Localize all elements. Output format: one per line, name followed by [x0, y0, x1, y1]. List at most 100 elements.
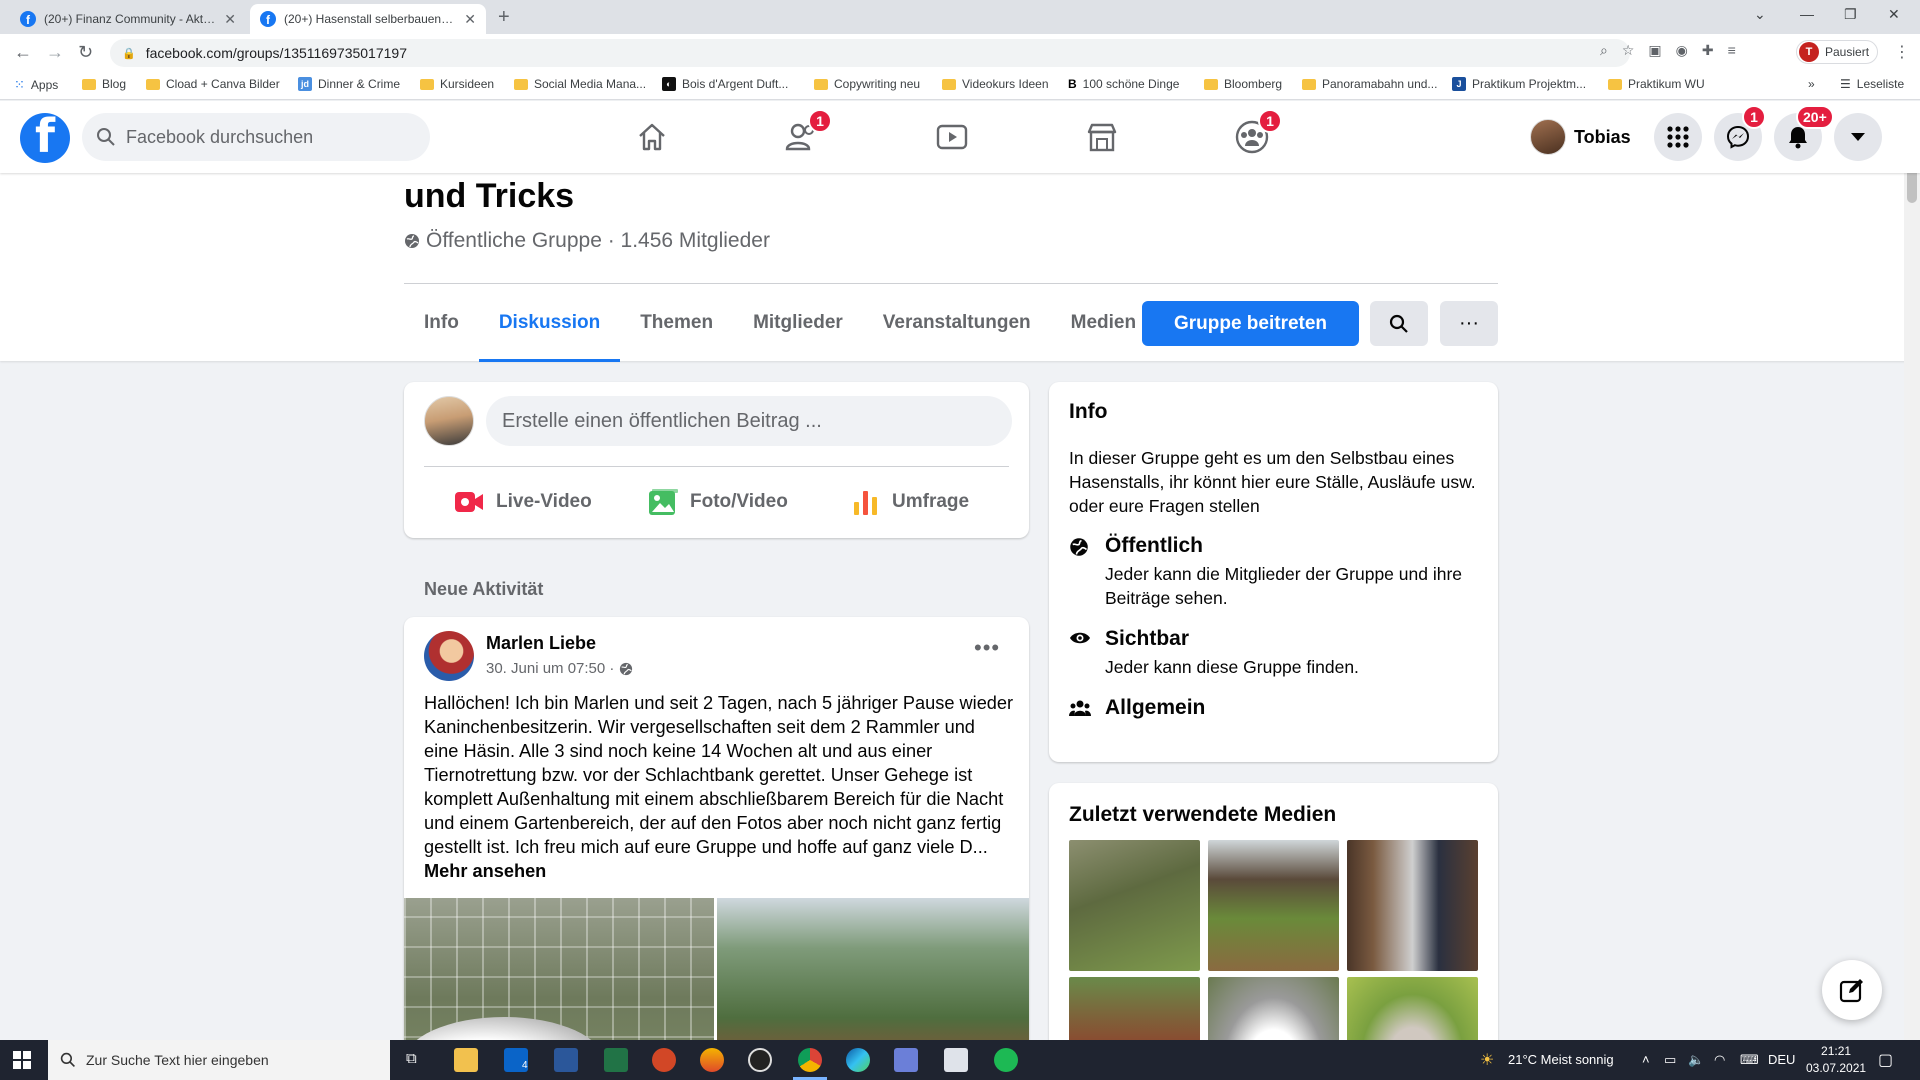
browser-tab-hasenstall[interactable]: f (20+) Hasenstall selberbauen - Ti ✕: [250, 4, 486, 34]
close-window-icon[interactable]: ✕: [1888, 6, 1900, 23]
account-button[interactable]: [1834, 113, 1882, 161]
live-video-button[interactable]: Live-Video: [454, 480, 592, 524]
b-icon: B: [1068, 77, 1077, 91]
powerpoint-icon[interactable]: [652, 1048, 676, 1072]
watch-icon: [936, 124, 968, 150]
nav-watch[interactable]: [932, 117, 972, 157]
tab-themen[interactable]: Themen: [620, 284, 733, 362]
file-explorer-icon[interactable]: [454, 1048, 478, 1072]
bookmark-blog[interactable]: Blog: [82, 77, 126, 91]
join-group-button[interactable]: Gruppe beitreten: [1142, 301, 1359, 346]
windows-start-icon[interactable]: [13, 1051, 31, 1069]
reload-icon[interactable]: ↻: [78, 42, 93, 63]
bookmark-bois[interactable]: ◐ Bois d'Argent Duft...: [662, 77, 788, 91]
bookmark-copywriting[interactable]: Copywriting neu: [814, 77, 920, 91]
post-options-button[interactable]: •••: [974, 635, 1000, 661]
obs-icon[interactable]: [748, 1048, 772, 1072]
facebook-search-input[interactable]: Facebook durchsuchen: [82, 113, 430, 161]
poll-button[interactable]: Umfrage: [852, 480, 969, 524]
keyboard-icon[interactable]: ⌨: [1740, 1052, 1759, 1068]
tab-search-icon[interactable]: ⌄: [1754, 6, 1766, 23]
bookmarks-overflow-icon[interactable]: »: [1808, 77, 1815, 91]
media-thumbnail[interactable]: [1208, 840, 1339, 971]
notification-center-icon[interactable]: ▢: [1878, 1050, 1893, 1070]
media-thumbnail[interactable]: [1347, 840, 1478, 971]
post-author-name[interactable]: Marlen Liebe: [486, 633, 596, 654]
menu-button[interactable]: [1654, 113, 1702, 161]
back-icon[interactable]: ←: [14, 42, 32, 63]
wifi-icon[interactable]: ◠: [1714, 1052, 1725, 1068]
new-tab-button[interactable]: +: [498, 6, 510, 29]
page-scrollbar[interactable]: [1904, 101, 1920, 1040]
app-window-icon[interactable]: [894, 1048, 918, 1072]
grammarly-icon[interactable]: ◉: [1676, 42, 1688, 59]
bookmark-videokurs[interactable]: Videokurs Ideen: [942, 77, 1049, 91]
language-indicator[interactable]: DEU: [1768, 1052, 1795, 1067]
composer-input[interactable]: Erstelle einen öffentlichen Beitrag ...: [486, 396, 1012, 446]
eye-icon: [1069, 627, 1091, 679]
notifications-button[interactable]: 20+: [1774, 105, 1834, 161]
facebook-logo[interactable]: f: [20, 113, 70, 163]
taskbar-search-input[interactable]: Zur Suche Text hier eingeben: [48, 1040, 390, 1080]
volume-icon[interactable]: 🔈: [1688, 1052, 1704, 1068]
tray-chevron-icon[interactable]: ˄: [1642, 1052, 1650, 1067]
windows-taskbar: Zur Suche Text hier eingeben ⧉ 4 ☀ 21°C …: [0, 1040, 1920, 1080]
group-search-button[interactable]: [1370, 301, 1428, 346]
task-view-icon[interactable]: ⧉: [406, 1050, 417, 1067]
excel-icon[interactable]: [604, 1048, 628, 1072]
bookmark-praktikum-projekt[interactable]: J Praktikum Projektm...: [1452, 77, 1586, 91]
address-bar[interactable]: 🔒 facebook.com/groups/1351169735017197: [110, 39, 1630, 67]
folder-icon: [1204, 78, 1218, 90]
app-icon[interactable]: [700, 1048, 724, 1072]
photo-video-button[interactable]: Foto/Video: [648, 480, 788, 524]
post-timestamp[interactable]: 30. Juni um 07:50 ·: [486, 660, 633, 677]
bookmark-star-icon[interactable]: ☆: [1622, 42, 1635, 59]
tab-veranstaltungen[interactable]: Veranstaltungen: [863, 284, 1051, 362]
taskbar-clock[interactable]: 21:21 03.07.2021: [1806, 1043, 1866, 1077]
nav-home[interactable]: [632, 117, 672, 157]
browser-tab-finanz[interactable]: f (20+) Finanz Community - Aktien ✕: [10, 4, 246, 34]
weather-text[interactable]: 21°C Meist sonnig: [1508, 1052, 1614, 1067]
tab-info[interactable]: Info: [404, 284, 479, 362]
close-tab-icon[interactable]: ✕: [224, 11, 236, 28]
post-author-avatar[interactable]: [424, 631, 474, 681]
group-more-button[interactable]: ···: [1440, 301, 1498, 346]
profile-shortcut[interactable]: Tobias: [1530, 117, 1631, 157]
restore-icon[interactable]: ❐: [1844, 6, 1857, 23]
new-message-button[interactable]: [1822, 960, 1882, 1020]
tray-device-icon[interactable]: ▭: [1664, 1052, 1676, 1068]
chrome-icon[interactable]: [798, 1048, 822, 1072]
tab-diskussion[interactable]: Diskussion: [478, 284, 621, 362]
zoom-icon[interactable]: ⌕: [1600, 42, 1608, 59]
minimize-icon[interactable]: —: [1800, 6, 1814, 22]
nav-marketplace[interactable]: [1082, 117, 1122, 157]
close-tab-icon[interactable]: ✕: [464, 11, 476, 28]
forward-icon[interactable]: →: [46, 42, 64, 63]
nav-groups[interactable]: 1: [1232, 109, 1282, 157]
bookmark-apps[interactable]: ⁙ Apps: [14, 77, 58, 93]
profile-button[interactable]: T Pausiert: [1796, 40, 1879, 64]
media-thumbnail[interactable]: [1069, 840, 1200, 971]
reading-list-button[interactable]: ☰ Leseliste: [1840, 77, 1904, 91]
tab-medien[interactable]: Medien: [1051, 284, 1156, 362]
media-control-icon[interactable]: ≡: [1728, 42, 1736, 59]
bookmark-cload[interactable]: Cload + Canva Bilder: [146, 77, 280, 91]
see-more-link[interactable]: Mehr ansehen: [424, 861, 546, 881]
word-icon[interactable]: [554, 1048, 578, 1072]
bookmark-bloomberg[interactable]: Bloomberg: [1204, 77, 1282, 91]
nav-friends[interactable]: 1: [782, 109, 832, 157]
bookmark-dinner[interactable]: jd Dinner & Crime: [298, 77, 400, 91]
puzzle-icon[interactable]: ✚: [1702, 42, 1714, 59]
browser-menu-icon[interactable]: ⋮: [1894, 42, 1910, 62]
extension-icon[interactable]: ▣: [1648, 42, 1661, 59]
bookmark-praktikum-wu[interactable]: Praktikum WU: [1608, 77, 1705, 91]
notepad-icon[interactable]: [944, 1048, 968, 1072]
bookmark-panoramabahn[interactable]: Panoramabahn und...: [1302, 77, 1437, 91]
bookmark-social[interactable]: Social Media Mana...: [514, 77, 646, 91]
messenger-button[interactable]: 1: [1714, 105, 1766, 161]
edge-icon[interactable]: [846, 1048, 870, 1072]
tab-mitglieder[interactable]: Mitglieder: [733, 284, 863, 362]
bookmark-100-dinge[interactable]: B 100 schöne Dinge: [1068, 77, 1179, 91]
spotify-icon[interactable]: [994, 1048, 1018, 1072]
bookmark-kursideen[interactable]: Kursideen: [420, 77, 494, 91]
